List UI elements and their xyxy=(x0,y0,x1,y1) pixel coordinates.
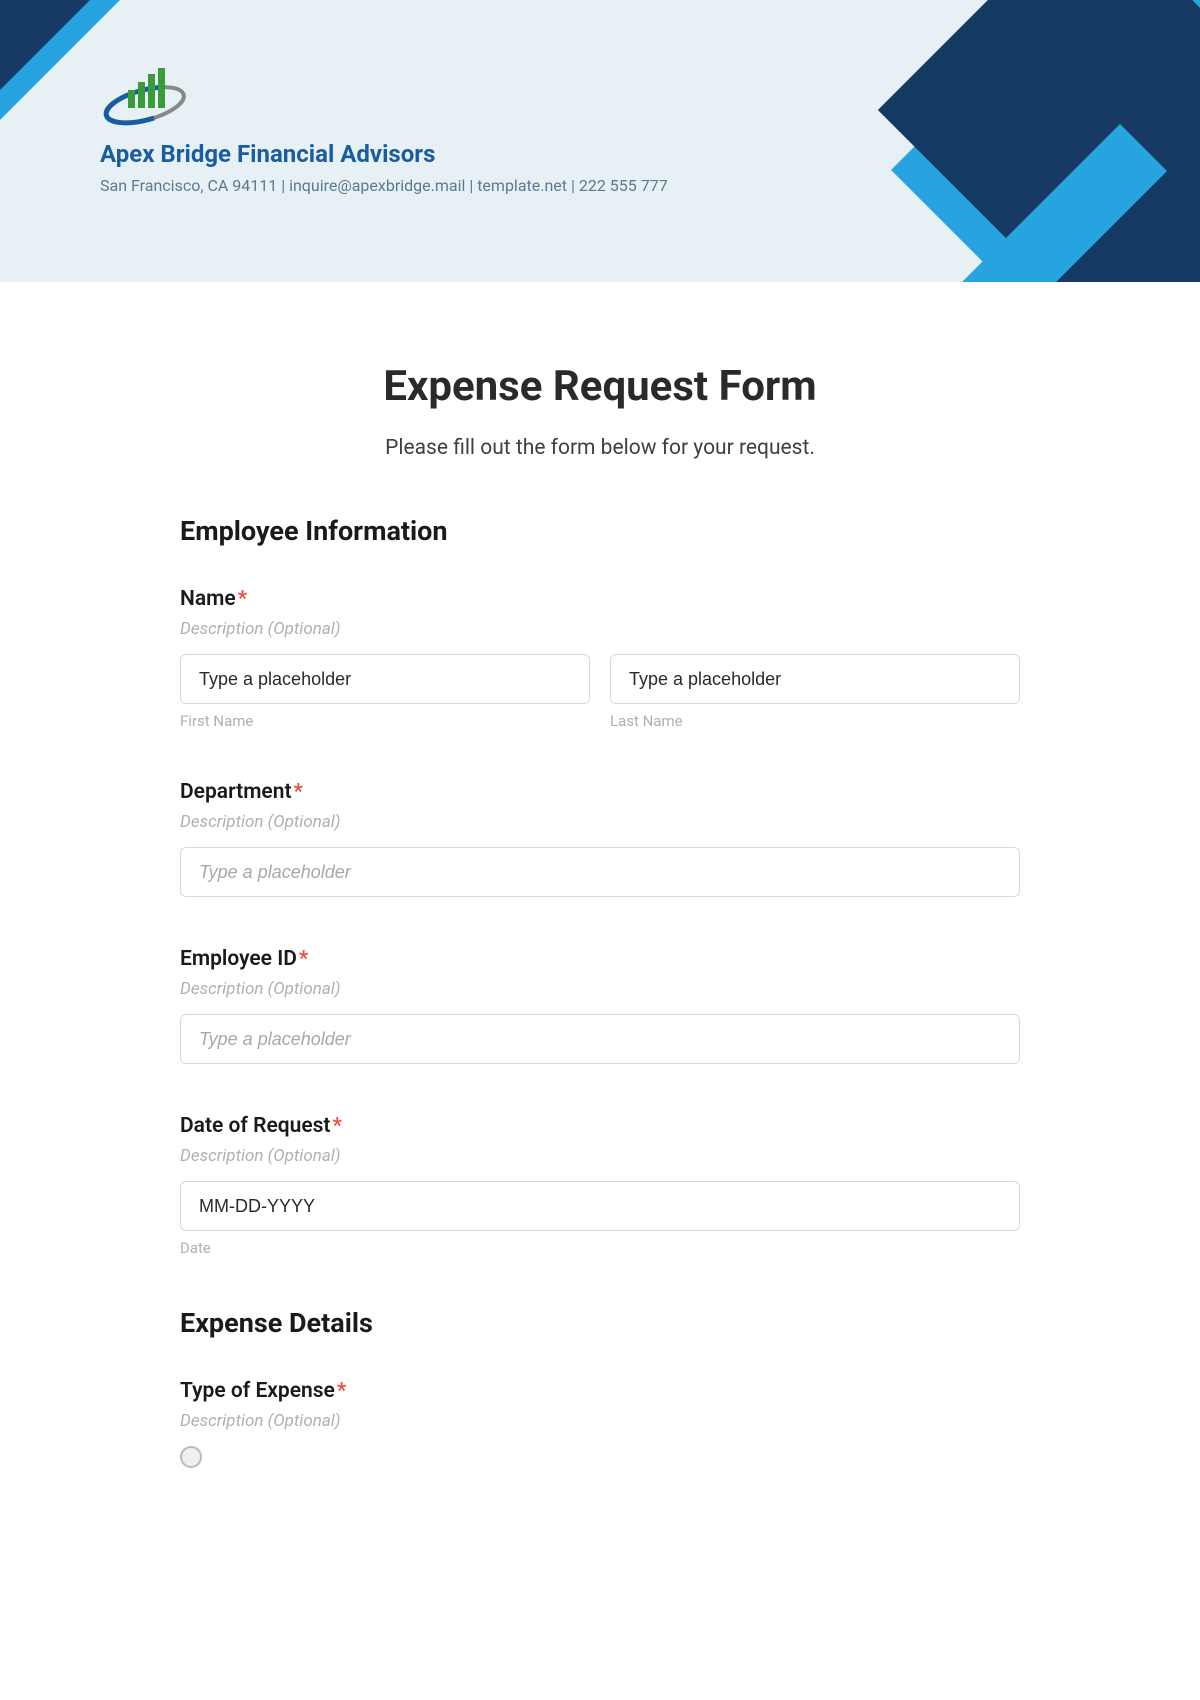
radio-icon xyxy=(180,1446,202,1468)
last-name-sublabel: Last Name xyxy=(610,712,1020,730)
required-asterisk: * xyxy=(337,1379,346,1403)
name-label: Name* xyxy=(180,587,1020,611)
required-asterisk: * xyxy=(299,947,308,971)
required-asterisk: * xyxy=(332,1114,341,1138)
date-input[interactable] xyxy=(180,1181,1020,1231)
required-asterisk: * xyxy=(238,587,247,611)
company-info: San Francisco, CA 94111 | inquire@apexbr… xyxy=(100,176,1200,195)
field-type-of-expense: Type of Expense* Description (Optional) xyxy=(180,1379,1020,1468)
header-content: Apex Bridge Financial Advisors San Franc… xyxy=(0,0,1200,195)
field-name: Name* Description (Optional) First Name … xyxy=(180,587,1020,730)
department-desc: Description (Optional) xyxy=(180,812,1020,832)
header-banner: Apex Bridge Financial Advisors San Franc… xyxy=(0,0,1200,282)
company-name: Apex Bridge Financial Advisors xyxy=(100,140,1200,168)
department-label-text: Department xyxy=(180,780,292,804)
radio-option[interactable] xyxy=(180,1446,1020,1468)
employee-id-label-text: Employee ID xyxy=(180,947,297,971)
employee-id-desc: Description (Optional) xyxy=(180,979,1020,999)
field-date-of-request: Date of Request* Description (Optional) … xyxy=(180,1114,1020,1257)
date-label-text: Date of Request xyxy=(180,1114,330,1138)
section-expense-details-title: Expense Details xyxy=(180,1307,1020,1339)
last-name-input[interactable] xyxy=(610,654,1020,704)
form-subtitle: Please fill out the form below for your … xyxy=(180,436,1020,460)
required-asterisk: * xyxy=(294,780,303,804)
form-container: Expense Request Form Please fill out the… xyxy=(140,282,1060,1558)
name-desc: Description (Optional) xyxy=(180,619,1020,639)
date-sublabel: Date xyxy=(180,1239,1020,1257)
first-name-sublabel: First Name xyxy=(180,712,590,730)
date-label: Date of Request* xyxy=(180,1114,1020,1138)
company-logo-icon xyxy=(100,60,190,130)
type-of-expense-desc: Description (Optional) xyxy=(180,1411,1020,1431)
field-employee-id: Employee ID* Description (Optional) xyxy=(180,947,1020,1064)
department-label: Department* xyxy=(180,780,1020,804)
first-name-input[interactable] xyxy=(180,654,590,704)
department-input[interactable] xyxy=(180,847,1020,897)
type-of-expense-label: Type of Expense* xyxy=(180,1379,1020,1403)
type-of-expense-label-text: Type of Expense xyxy=(180,1379,335,1403)
date-desc: Description (Optional) xyxy=(180,1146,1020,1166)
form-title: Expense Request Form xyxy=(180,362,1020,411)
employee-id-label: Employee ID* xyxy=(180,947,1020,971)
field-department: Department* Description (Optional) xyxy=(180,780,1020,897)
name-label-text: Name xyxy=(180,587,236,611)
section-employee-info-title: Employee Information xyxy=(180,515,1020,547)
employee-id-input[interactable] xyxy=(180,1014,1020,1064)
